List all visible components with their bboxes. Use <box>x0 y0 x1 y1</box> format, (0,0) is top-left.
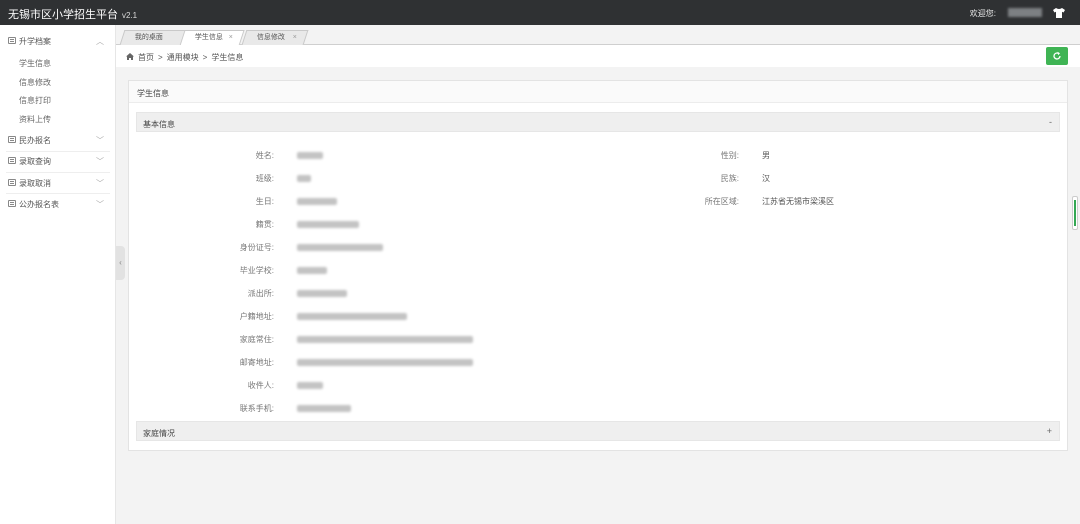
breadcrumb-bar: 首页 > 通用模块 > 学生信息 <box>116 45 1080 67</box>
field-label-mailing-address: 邮寄地址: <box>239 358 274 367</box>
breadcrumb-separator: > <box>158 53 163 62</box>
chevron-up-icon: ︿ <box>96 37 104 46</box>
field-value-birthday-redacted <box>297 198 337 205</box>
sidebar-group-label: 升学档案 <box>19 37 51 46</box>
app-title: 无锡市区小学招生平台 v2.1 <box>8 6 137 22</box>
sidebar-group-label: 录取查询 <box>19 157 51 166</box>
tab-info-edit[interactable]: 信息修改 × <box>241 30 309 45</box>
close-icon[interactable]: × <box>229 31 233 45</box>
list-icon <box>8 37 16 44</box>
field-label-mobile: 联系手机: <box>239 404 274 413</box>
field-label-ethnicity: 民族: <box>720 174 739 183</box>
chevron-down-icon: ﹀ <box>96 200 104 209</box>
tab-student-info[interactable]: 学生信息 × <box>179 30 245 46</box>
field-label-district: 所在区域: <box>704 197 739 206</box>
tab-label: 学生信息 <box>194 34 223 41</box>
scroll-indicator[interactable] <box>1072 196 1078 230</box>
student-info-card: 学生信息 基本信息 - 姓名: 班级: 生日: 籍贯: 身份证号: 毕业学校: … <box>128 80 1068 451</box>
expand-icon[interactable]: + <box>1047 426 1052 436</box>
section-title: 家庭情况 <box>143 429 175 438</box>
field-label-birthday: 生日: <box>255 197 274 206</box>
username-redacted[interactable] <box>1008 8 1042 17</box>
list-icon <box>8 179 16 186</box>
field-value-home-address-redacted <box>297 336 473 343</box>
field-label-school: 毕业学校: <box>239 266 274 275</box>
field-label-police-station: 派出所: <box>247 289 274 298</box>
card-header: 学生信息 <box>129 81 1067 103</box>
app-version: v2.1 <box>122 11 138 20</box>
breadcrumb: 首页 > 通用模块 > 学生信息 <box>126 52 247 63</box>
field-value-mobile-redacted <box>297 405 351 412</box>
top-bar: 无锡市区小学招生平台 v2.1 欢迎您: <box>0 0 1080 25</box>
chevron-down-icon: ﹀ <box>96 136 104 145</box>
home-icon <box>126 53 134 60</box>
sidebar-group-shengxue[interactable]: 升学档案 ︿ <box>0 31 116 51</box>
sidebar: 升学档案 ︿ 学生信息 信息修改 信息打印 资料上传 民办报名 ﹀ 录取查询 ﹀… <box>0 25 116 524</box>
breadcrumb-home[interactable]: 首页 <box>138 53 154 62</box>
field-value-police-station-redacted <box>297 290 347 297</box>
tab-bar: 我的桌面 学生信息 × 信息修改 × <box>116 25 1080 46</box>
list-icon <box>8 157 16 164</box>
sidebar-group-minban[interactable]: 民办报名 ﹀ <box>0 130 116 150</box>
list-icon <box>8 136 16 143</box>
field-value-name-redacted <box>297 152 323 159</box>
tab-label: 信息修改 <box>256 34 285 41</box>
field-label-gender: 性别: <box>720 151 739 160</box>
field-value-id-number-redacted <box>297 244 383 251</box>
sidebar-item-upload[interactable]: 资料上传 <box>19 114 51 125</box>
sidebar-group-label: 公办报名表 <box>19 200 59 209</box>
section-basic-info[interactable]: 基本信息 - <box>136 112 1060 132</box>
close-icon[interactable]: × <box>293 31 297 45</box>
field-label-name: 姓名: <box>255 151 274 160</box>
field-value-ethnicity: 汉 <box>762 174 770 183</box>
field-label-household-address: 户籍地址: <box>239 312 274 321</box>
breadcrumb-separator: > <box>202 53 208 62</box>
field-value-recipient-redacted <box>297 382 323 389</box>
card-title: 学生信息 <box>137 89 169 98</box>
collapse-icon[interactable]: - <box>1049 117 1052 127</box>
tab-desktop[interactable]: 我的桌面 <box>119 30 187 45</box>
sidebar-group-luqu-cancel[interactable]: 录取取消 ﹀ <box>0 173 116 193</box>
sidebar-item-info-print[interactable]: 信息打印 <box>19 95 51 106</box>
field-label-id-number: 身份证号: <box>239 243 274 252</box>
welcome-text: 欢迎您: <box>969 9 996 18</box>
tab-label: 我的桌面 <box>134 34 163 41</box>
app-title-text: 无锡市区小学招生平台 <box>8 9 118 21</box>
sidebar-item-info-edit[interactable]: 信息修改 <box>19 77 51 88</box>
sidebar-group-gongban[interactable]: 公办报名表 ﹀ <box>0 194 116 214</box>
sidebar-group-label: 录取取消 <box>19 179 51 188</box>
sidebar-group-label: 民办报名 <box>19 136 51 145</box>
section-family-info[interactable]: 家庭情况 + <box>136 421 1060 441</box>
sidebar-item-student-info[interactable]: 学生信息 <box>19 58 51 69</box>
section-title: 基本信息 <box>143 120 175 129</box>
field-label-class: 班级: <box>255 174 274 183</box>
field-label-native-place: 籍贯: <box>255 220 274 229</box>
refresh-button[interactable] <box>1046 47 1068 65</box>
field-value-district: 江苏省无锡市梁溪区 <box>762 197 834 206</box>
shirt-icon[interactable] <box>1052 6 1066 20</box>
breadcrumb-module[interactable]: 通用模块 <box>167 53 199 62</box>
field-value-household-address-redacted <box>297 313 407 320</box>
refresh-icon <box>1053 51 1061 60</box>
chevron-down-icon: ﹀ <box>96 157 104 166</box>
field-value-native-place-redacted <box>297 221 359 228</box>
field-value-gender: 男 <box>762 151 770 160</box>
field-value-mailing-address-redacted <box>297 359 473 366</box>
chevron-down-icon: ﹀ <box>96 179 104 188</box>
field-value-school-redacted <box>297 267 327 274</box>
field-label-home-address: 家庭常住: <box>239 335 274 344</box>
field-label-recipient: 收件人: <box>247 381 274 390</box>
field-value-class-redacted <box>297 175 311 182</box>
list-icon <box>8 200 16 207</box>
sidebar-collapse-handle[interactable]: ‹ <box>116 246 125 280</box>
breadcrumb-current: 学生信息 <box>211 53 244 62</box>
sidebar-group-luqu-query[interactable]: 录取查询 ﹀ <box>0 151 116 171</box>
